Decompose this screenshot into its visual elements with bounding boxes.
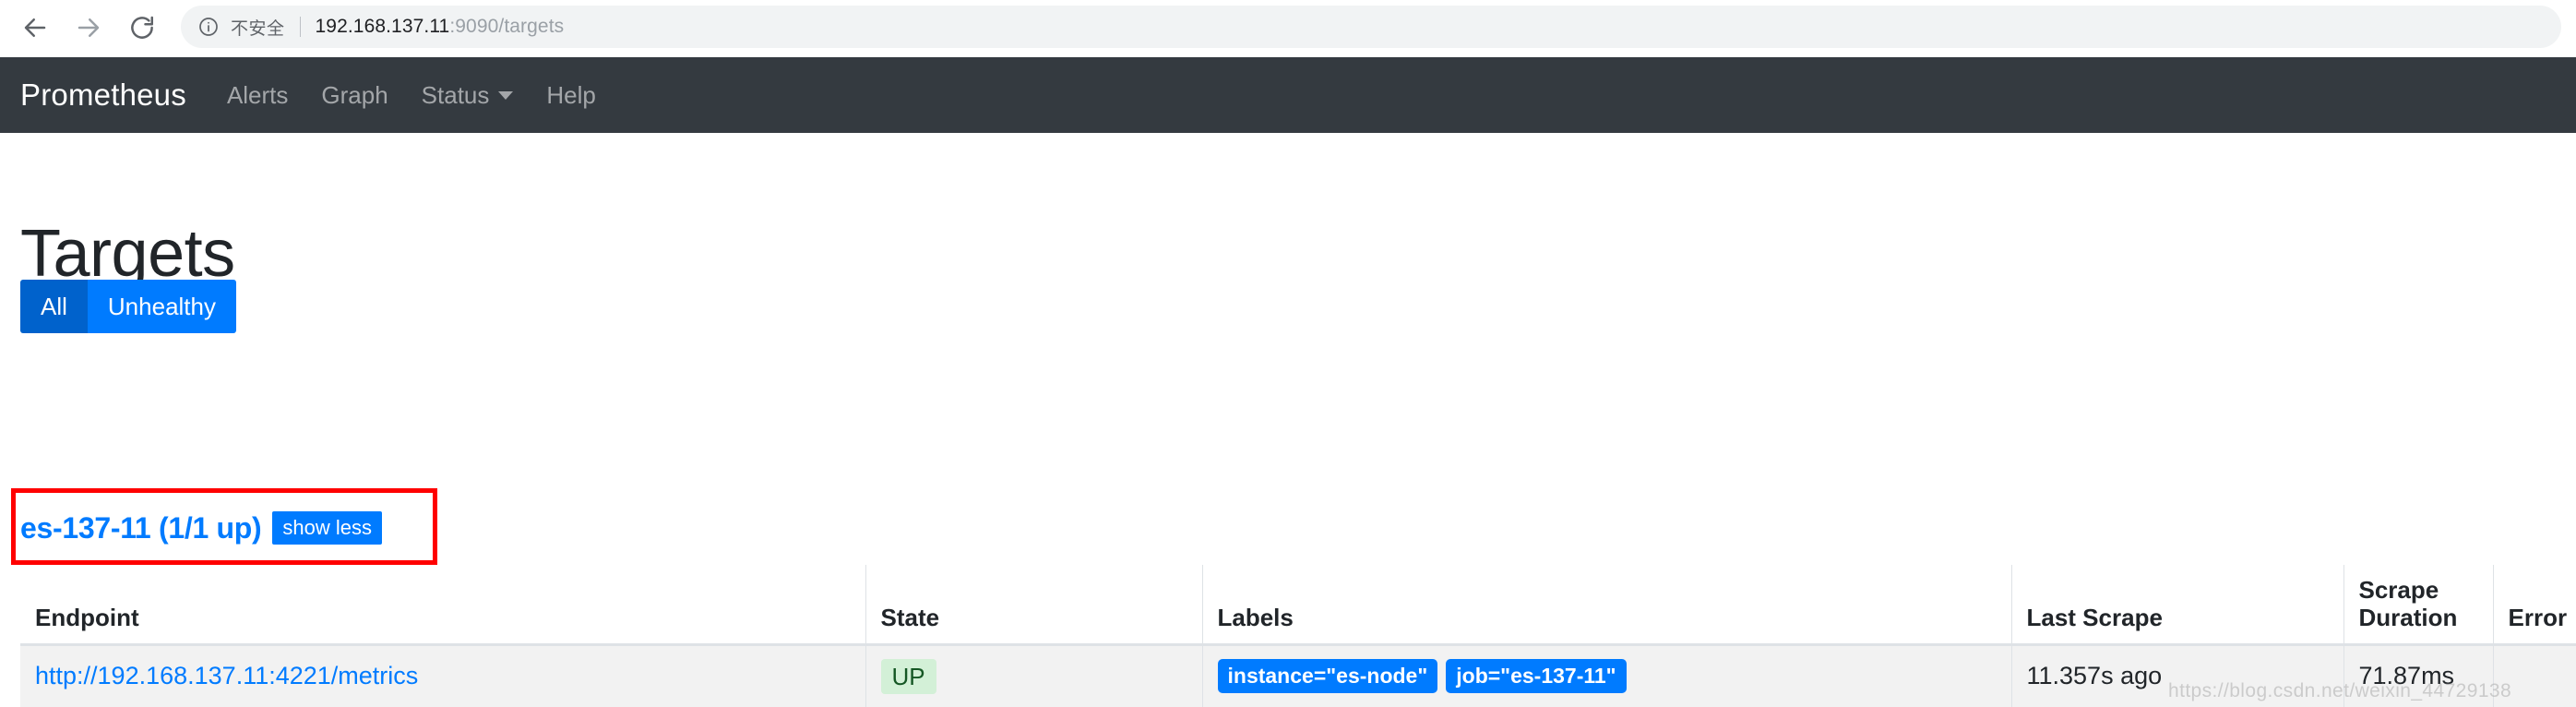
browser-reload-button[interactable] [122, 7, 162, 48]
address-bar[interactable]: 不安全 192.168.137.11:9090/targets [181, 6, 2561, 48]
nav-link-alerts-label: Alerts [226, 80, 289, 109]
url-host: 192.168.137.11 [315, 16, 450, 37]
cell-endpoint: http://192.168.137.11:4221/metrics [20, 644, 865, 707]
prometheus-navbar: Prometheus Alerts Graph Status Help [0, 57, 2576, 133]
security-status-label: 不安全 [231, 18, 285, 39]
reload-icon [128, 14, 156, 42]
info-circle-icon[interactable] [197, 16, 220, 38]
cell-last-scrape: 11.357s ago [2010, 644, 2343, 707]
browser-back-button[interactable] [15, 7, 55, 48]
table-row: http://192.168.137.11:4221/metrics UP in… [20, 644, 2576, 707]
cell-error [2492, 644, 2576, 707]
browser-forward-button[interactable] [68, 7, 109, 48]
targets-table: Endpoint State Labels Last Scrape Scrape… [20, 565, 2576, 707]
table-header-row: Endpoint State Labels Last Scrape Scrape… [20, 565, 2576, 646]
job-header: es-137-11 (1/1 up) show less [20, 509, 382, 546]
url-path: :9090/targets [449, 16, 565, 37]
column-header-last-scrape: Last Scrape [2010, 565, 2343, 646]
status-badge: UP [880, 658, 936, 694]
nav-link-alerts[interactable]: Alerts [227, 81, 288, 110]
brand-prometheus[interactable]: Prometheus [20, 78, 186, 113]
omnibox-divider [299, 17, 301, 37]
nav-link-help[interactable]: Help [546, 81, 595, 110]
nav-link-graph[interactable]: Graph [321, 81, 388, 110]
column-header-scrape-duration: Scrape Duration [2343, 565, 2493, 646]
filter-button-group: All Unhealthy [20, 280, 236, 333]
column-header-state: State [865, 565, 1202, 646]
cell-labels: instance="es-node" job="es-137-11" [1201, 644, 2011, 707]
browser-chrome: 不安全 192.168.137.11:9090/targets [0, 0, 2576, 57]
cell-scrape-duration: 71.87ms [2343, 644, 2493, 707]
url-text: 192.168.137.11:9090/targets [316, 16, 565, 38]
column-header-endpoint: Endpoint [20, 565, 865, 646]
nav-link-status-label: Status [421, 80, 490, 109]
main-content: Targets All Unhealthy es-137-11 (1/1 up)… [0, 133, 2576, 707]
nav-link-graph-label: Graph [321, 80, 388, 109]
page-title: Targets [20, 217, 235, 292]
endpoint-link[interactable]: http://192.168.137.11:4221/metrics [35, 662, 418, 689]
filter-unhealthy-button[interactable]: Unhealthy [87, 280, 236, 333]
label-badge-job[interactable]: job="es-137-11" [1446, 659, 1627, 694]
chevron-down-icon [498, 90, 514, 100]
nav-link-status[interactable]: Status [422, 81, 514, 110]
arrow-left-icon [21, 14, 49, 42]
column-header-error: Error [2492, 565, 2576, 646]
filter-all-button[interactable]: All [20, 280, 88, 333]
job-title-link[interactable]: es-137-11 (1/1 up) [20, 511, 262, 545]
show-less-button[interactable]: show less [272, 511, 382, 545]
arrow-right-icon [75, 14, 102, 42]
column-header-labels: Labels [1201, 565, 2011, 646]
cell-state: UP [865, 644, 1202, 707]
label-badge-instance[interactable]: instance="es-node" [1217, 659, 1438, 694]
nav-link-help-label: Help [546, 80, 596, 109]
